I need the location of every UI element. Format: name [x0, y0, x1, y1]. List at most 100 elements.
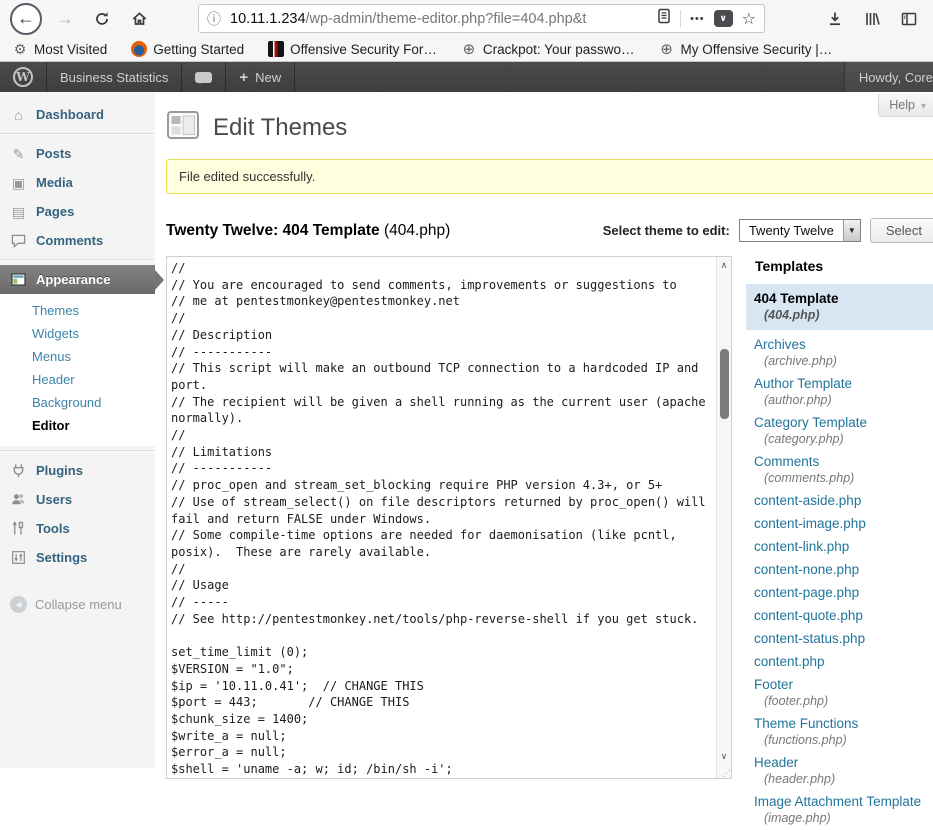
- sidebar-item-plugins[interactable]: Plugins: [0, 456, 155, 485]
- scrollbar-thumb[interactable]: [720, 349, 729, 419]
- editor-scrollbar[interactable]: ∧ ∨ ⋰: [716, 257, 731, 778]
- sidebar-item-dashboard[interactable]: ⌂ Dashboard: [0, 100, 155, 129]
- template-content-php[interactable]: content.php: [746, 651, 933, 672]
- bookmark-my-offensive-security[interactable]: ⊕ My Offensive Security |…: [659, 41, 833, 57]
- sidebar-subitem-menus[interactable]: Menus: [0, 345, 155, 368]
- sidebar-item-pages[interactable]: ▤ Pages: [0, 197, 155, 226]
- sidebar-item-comments[interactable]: Comments: [0, 226, 155, 255]
- select-theme-button[interactable]: Select: [870, 218, 933, 243]
- edit-themes-icon: [166, 108, 200, 147]
- wp-admin-bar: Business Statistics New Howdy, Core: [0, 62, 933, 92]
- home-icon[interactable]: [125, 5, 153, 33]
- menu-separator: [0, 259, 155, 261]
- template-content-image-php[interactable]: content-image.php: [746, 513, 933, 534]
- bookmark-getting-started[interactable]: Getting Started: [131, 41, 244, 57]
- document-title: Twenty Twelve: 404 Template (404.php): [166, 222, 450, 240]
- new-content-button[interactable]: New: [226, 62, 295, 92]
- comment-icon: [10, 233, 27, 248]
- template-content-none-php[interactable]: content-none.php: [746, 559, 933, 580]
- template-comments[interactable]: Comments (comments.php): [746, 451, 933, 488]
- comments-button[interactable]: [182, 62, 226, 92]
- wp-admin-body: ⌂ Dashboard ✎ Posts ▣ Media: [0, 92, 933, 768]
- templates-list: 404 Template (404.php) Archives (archive…: [746, 284, 933, 828]
- home-icon: ⌂: [10, 108, 27, 122]
- admin-menu: ⌂ Dashboard ✎ Posts ▣ Media: [0, 92, 155, 768]
- template-footer[interactable]: Footer (footer.php): [746, 674, 933, 711]
- sidebar-subitem-themes[interactable]: Themes: [0, 299, 155, 322]
- bookmark-crackpot-your-passwo[interactable]: ⊕ Crackpot: Your passwo…: [461, 41, 635, 57]
- collapse-arrow-icon: [10, 596, 27, 613]
- appearance-submenu: Themes Widgets Menus Header: [0, 294, 155, 446]
- sidebar-subitem-background[interactable]: Background: [0, 391, 155, 414]
- template-category-template[interactable]: Category Template (category.php): [746, 412, 933, 449]
- url-path: /wp-admin/theme-editor.php?file=404.php&…: [306, 11, 587, 27]
- sidebar-item-settings[interactable]: Settings: [0, 543, 155, 572]
- dropdown-arrow-icon: [843, 220, 860, 241]
- wordpress-logo-icon[interactable]: [0, 62, 47, 92]
- site-name-link[interactable]: Business Statistics: [47, 62, 182, 92]
- templates-heading: Templates: [755, 258, 933, 274]
- back-button[interactable]: ←: [10, 3, 42, 35]
- collapse-menu-button[interactable]: Collapse menu: [0, 590, 155, 619]
- sidebar-subitem-widgets[interactable]: Widgets: [0, 322, 155, 345]
- downloads-icon[interactable]: [821, 5, 849, 33]
- scroll-down-icon[interactable]: ∨: [717, 751, 731, 762]
- template-theme-functions[interactable]: Theme Functions (functions.php): [746, 713, 933, 750]
- template-header[interactable]: Header (header.php): [746, 752, 933, 789]
- plugin-icon: [10, 463, 27, 478]
- page-title: Edit Themes: [213, 114, 347, 142]
- firefox-icon: [131, 41, 147, 57]
- site-info-icon[interactable]: ⓘ: [207, 9, 221, 29]
- sidebar-item-media[interactable]: ▣ Media: [0, 168, 155, 197]
- template-content-page-php[interactable]: content-page.php: [746, 582, 933, 603]
- bookmark-offensive-security-for[interactable]: Offensive Security For…: [268, 41, 437, 57]
- sidebar-item-tools[interactable]: Tools: [0, 514, 155, 543]
- bookmark-star-icon[interactable]: ☆: [742, 9, 756, 29]
- browser-toolbar: ← → ⓘ 10.11.1.234/wp-admin/theme-editor.…: [0, 0, 933, 37]
- library-icon[interactable]: [858, 5, 886, 33]
- resize-grip-icon[interactable]: ⋰: [722, 768, 731, 779]
- code-editor[interactable]: // // You are encouraged to send comment…: [166, 256, 732, 779]
- help-button[interactable]: Help: [878, 94, 933, 117]
- select-theme-label: Select theme to edit:: [603, 223, 730, 238]
- tools-icon: [10, 521, 27, 536]
- urlbar-divider: [680, 10, 681, 27]
- bookmarks-bar: ⚙ Most Visited Getting Started Offensive…: [0, 37, 933, 62]
- template-image-attachment-template[interactable]: Image Attachment Template (image.php): [746, 791, 933, 828]
- sidebar-subitem-editor[interactable]: Editor: [0, 414, 155, 437]
- howdy-account-link[interactable]: Howdy, Core: [844, 62, 933, 92]
- template-author-template[interactable]: Author Template (author.php): [746, 373, 933, 410]
- page-actions-icon[interactable]: •••: [690, 13, 705, 25]
- main-content: Help Edit Themes File edited successfull…: [155, 92, 933, 768]
- appearance-icon: [10, 272, 27, 287]
- sidebars-icon[interactable]: [895, 5, 923, 33]
- pocket-icon[interactable]: [714, 10, 733, 27]
- template-content-aside-php[interactable]: content-aside.php: [746, 490, 933, 511]
- sidebar-item-users[interactable]: Users: [0, 485, 155, 514]
- reader-mode-icon[interactable]: [657, 8, 671, 29]
- bookmark-most-visited[interactable]: ⚙ Most Visited: [12, 41, 107, 57]
- template-content-link-php[interactable]: content-link.php: [746, 536, 933, 557]
- forward-button[interactable]: →: [51, 5, 79, 33]
- template-content-quote-php[interactable]: content-quote.php: [746, 605, 933, 626]
- settings-icon: [10, 550, 27, 565]
- url-text: 10.11.1.234/wp-admin/theme-editor.php?fi…: [230, 11, 648, 27]
- code-editor-content[interactable]: // // You are encouraged to send comment…: [167, 257, 731, 778]
- menu-separator: [0, 133, 155, 135]
- success-notice: File edited successfully.: [166, 159, 933, 194]
- globe-icon: ⊕: [461, 41, 477, 57]
- template-archives[interactable]: Archives (archive.php): [746, 334, 933, 371]
- sidebar-item-appearance[interactable]: Appearance: [0, 265, 155, 294]
- browser-window: ← → ⓘ 10.11.1.234/wp-admin/theme-editor.…: [0, 0, 933, 768]
- theme-select-group: Select theme to edit: Twenty Twelve Sele…: [603, 218, 933, 243]
- sidebar-subitem-header[interactable]: Header: [0, 368, 155, 391]
- url-bar[interactable]: ⓘ 10.11.1.234/wp-admin/theme-editor.php?…: [198, 4, 765, 33]
- template-content-status-php[interactable]: content-status.php: [746, 628, 933, 649]
- reload-icon[interactable]: [88, 5, 116, 33]
- scroll-up-icon[interactable]: ∧: [717, 260, 731, 271]
- page-header: Edit Themes: [166, 108, 933, 147]
- template-404-template[interactable]: 404 Template (404.php): [746, 284, 933, 330]
- theme-dropdown[interactable]: Twenty Twelve: [739, 219, 861, 242]
- document-filename: (404.php): [384, 222, 450, 239]
- sidebar-item-posts[interactable]: ✎ Posts: [0, 139, 155, 168]
